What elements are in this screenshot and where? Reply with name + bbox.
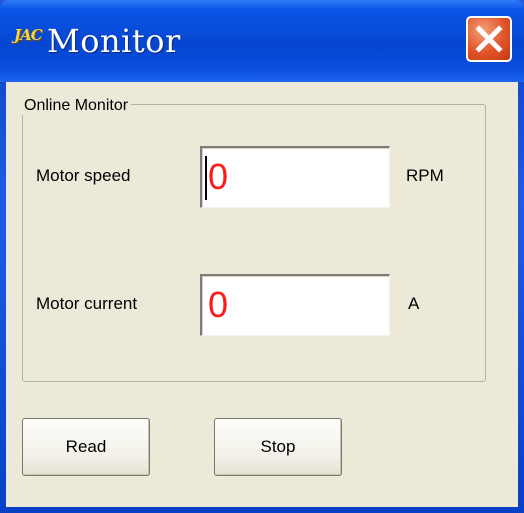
read-button[interactable]: Read — [22, 418, 150, 476]
close-button[interactable] — [466, 16, 512, 62]
monitor-window: JAC Monitor Online Monitor Motor speed 0… — [0, 0, 524, 513]
close-icon — [475, 25, 503, 53]
motor-current-unit: A — [408, 294, 420, 313]
window-title: Monitor — [47, 22, 181, 60]
app-logo-icon: JAC — [14, 26, 43, 44]
motor-speed-field[interactable]: 0 — [200, 146, 390, 208]
stop-button[interactable]: Stop — [214, 418, 342, 476]
motor-current-value: 0 — [208, 284, 229, 325]
motor-current-field[interactable]: 0 — [200, 274, 390, 336]
client-area: Online Monitor Motor speed 0 RPM Motor c… — [6, 82, 518, 507]
motor-speed-label: Motor speed — [36, 166, 131, 185]
group-label: Online Monitor — [21, 97, 132, 115]
title-bar[interactable]: JAC Monitor — [0, 0, 524, 82]
text-caret — [205, 156, 207, 200]
motor-speed-value: 0 — [208, 156, 229, 197]
motor-speed-unit: RPM — [406, 166, 444, 185]
motor-current-label: Motor current — [36, 294, 138, 313]
